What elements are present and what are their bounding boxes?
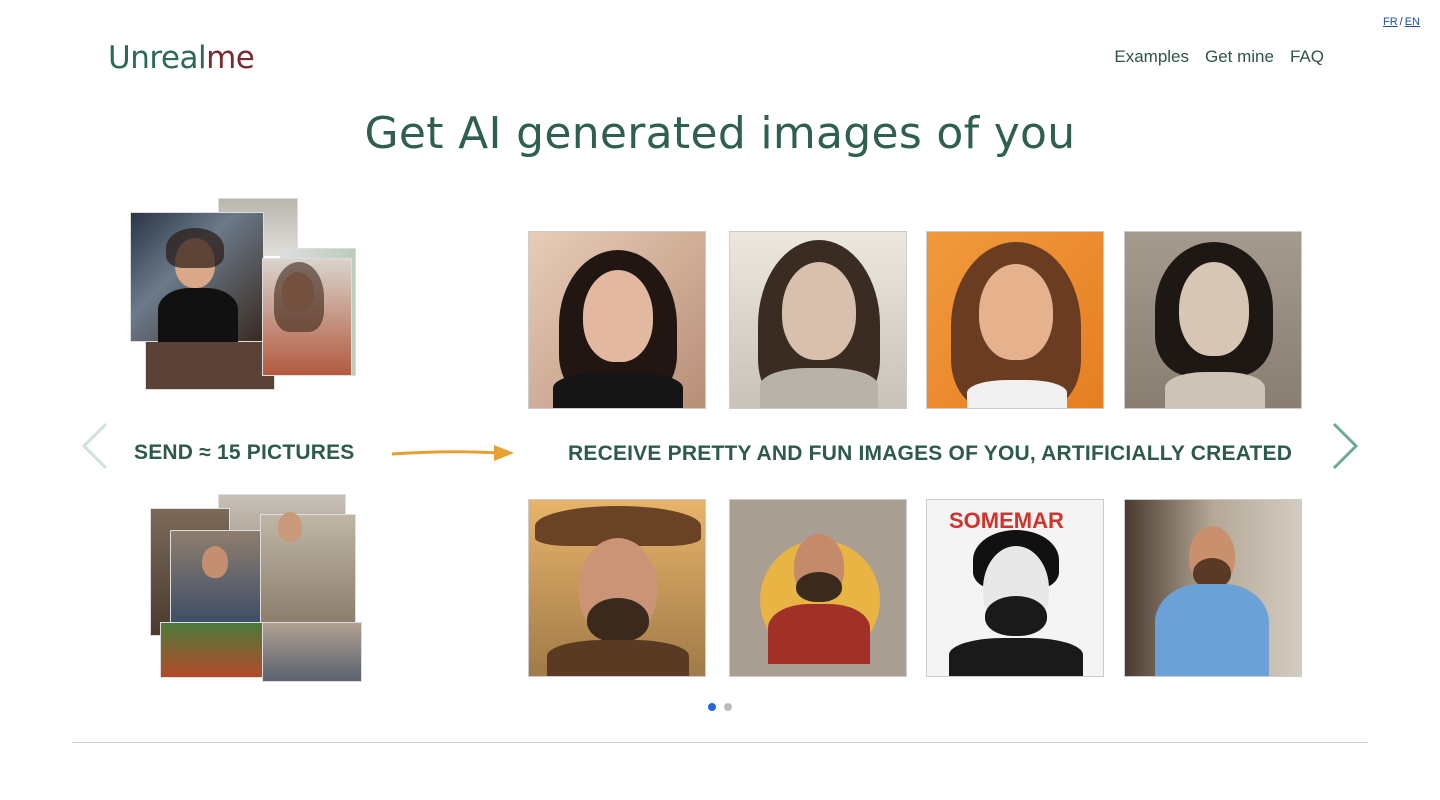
generated-portrait: SOMEMAR [926, 499, 1104, 677]
lang-separator: / [1399, 16, 1403, 28]
input-collage-woman [130, 198, 360, 393]
generated-portrait [1124, 231, 1302, 409]
receive-images-label: RECEIVE PRETTY AND FUN IMAGES OF YOU, AR… [568, 442, 1293, 465]
chevron-left-icon [81, 422, 108, 470]
carousel-next-button[interactable] [1328, 422, 1360, 470]
lang-en-link[interactable]: EN [1405, 16, 1420, 28]
input-photo [145, 338, 275, 390]
generated-portrait [528, 231, 706, 409]
nav-examples[interactable]: Examples [1114, 47, 1189, 67]
nav-faq[interactable]: FAQ [1290, 47, 1324, 67]
carousel-prev-button[interactable] [80, 422, 112, 470]
page-title: Get AI generated images of you [364, 108, 1076, 159]
section-divider [72, 742, 1368, 743]
arrow-right-icon [391, 445, 514, 461]
main-nav: Examples Get mine FAQ [1114, 47, 1324, 67]
chevron-right-icon [1332, 422, 1359, 470]
carousel-dot-2[interactable] [724, 703, 732, 711]
nav-get-mine[interactable]: Get mine [1205, 47, 1274, 67]
generated-portrait [1124, 499, 1302, 677]
carousel-dot-1[interactable] [708, 703, 716, 711]
carousel-pagination [708, 703, 732, 711]
input-collage-man [150, 494, 365, 689]
generated-portrait [729, 231, 907, 409]
language-switcher: FR / EN [1383, 16, 1420, 28]
input-photo [262, 622, 362, 682]
brand-logo-part1: Unreal [108, 40, 207, 76]
send-pictures-label: SEND ≈ 15 PICTURES [134, 441, 355, 464]
brand-logo-part2: me [206, 40, 255, 76]
generated-portrait [926, 231, 1104, 409]
lang-fr-link[interactable]: FR [1383, 16, 1398, 28]
input-photo [160, 622, 270, 678]
generated-portrait [528, 499, 706, 677]
brand-logo[interactable]: Unrealme [108, 40, 255, 76]
generated-portrait [729, 499, 907, 677]
